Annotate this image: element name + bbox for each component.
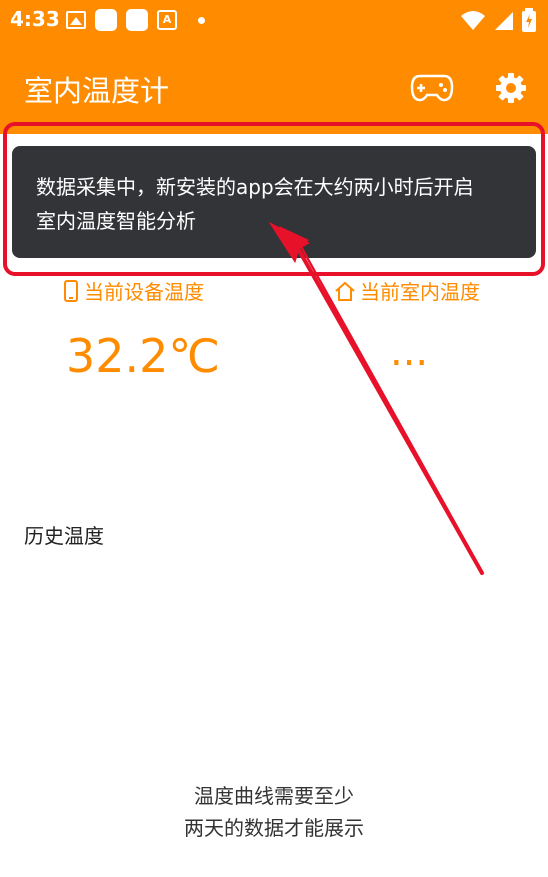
game-button[interactable] xyxy=(408,64,456,112)
app-notification-icon xyxy=(126,9,148,31)
indoor-temperature-value: ... xyxy=(390,329,429,375)
status-time: 4:33 xyxy=(10,7,60,31)
notification-icons: A xyxy=(66,9,205,31)
indoor-temperature-block: 当前室内温度 ... xyxy=(334,276,480,375)
history-title: 历史温度 xyxy=(24,524,104,548)
indoor-temperature-label: 当前室内温度 xyxy=(360,280,480,304)
image-notification-icon xyxy=(66,11,86,29)
system-icons xyxy=(460,8,536,32)
battery-icon xyxy=(522,8,536,32)
history-empty-message: 温度曲线需要至少 两天的数据才能展示 xyxy=(0,780,548,844)
toast-message: 数据采集中，新安装的app会在大约两小时后开启 室内温度智能分析 xyxy=(12,146,536,258)
gear-icon xyxy=(496,73,526,103)
app-title: 室内温度计 xyxy=(24,74,170,108)
settings-button[interactable] xyxy=(487,64,535,112)
toast-line: 室内温度智能分析 xyxy=(36,209,196,233)
phone-icon xyxy=(64,279,78,302)
device-temperature-block: 当前设备温度 32.2℃ xyxy=(62,276,220,383)
toast-line: 数据采集中，新安装的app会在大约两小时后开启 xyxy=(36,175,474,199)
app-bar: 室内温度计 xyxy=(0,40,548,134)
more-notifications-icon xyxy=(198,16,205,24)
history-empty-line: 两天的数据才能展示 xyxy=(184,816,364,840)
device-temperature-label: 当前设备温度 xyxy=(84,280,204,304)
gamepad-icon xyxy=(410,74,454,102)
app-notification-icon xyxy=(95,9,117,31)
device-temperature-value: 32.2℃ xyxy=(66,329,221,383)
history-empty-line: 温度曲线需要至少 xyxy=(194,784,354,808)
wifi-icon xyxy=(461,11,485,30)
home-icon xyxy=(335,281,355,301)
status-bar: 4:33 A xyxy=(0,0,548,40)
font-notification-icon: A xyxy=(157,10,177,30)
signal-icon xyxy=(495,12,513,30)
